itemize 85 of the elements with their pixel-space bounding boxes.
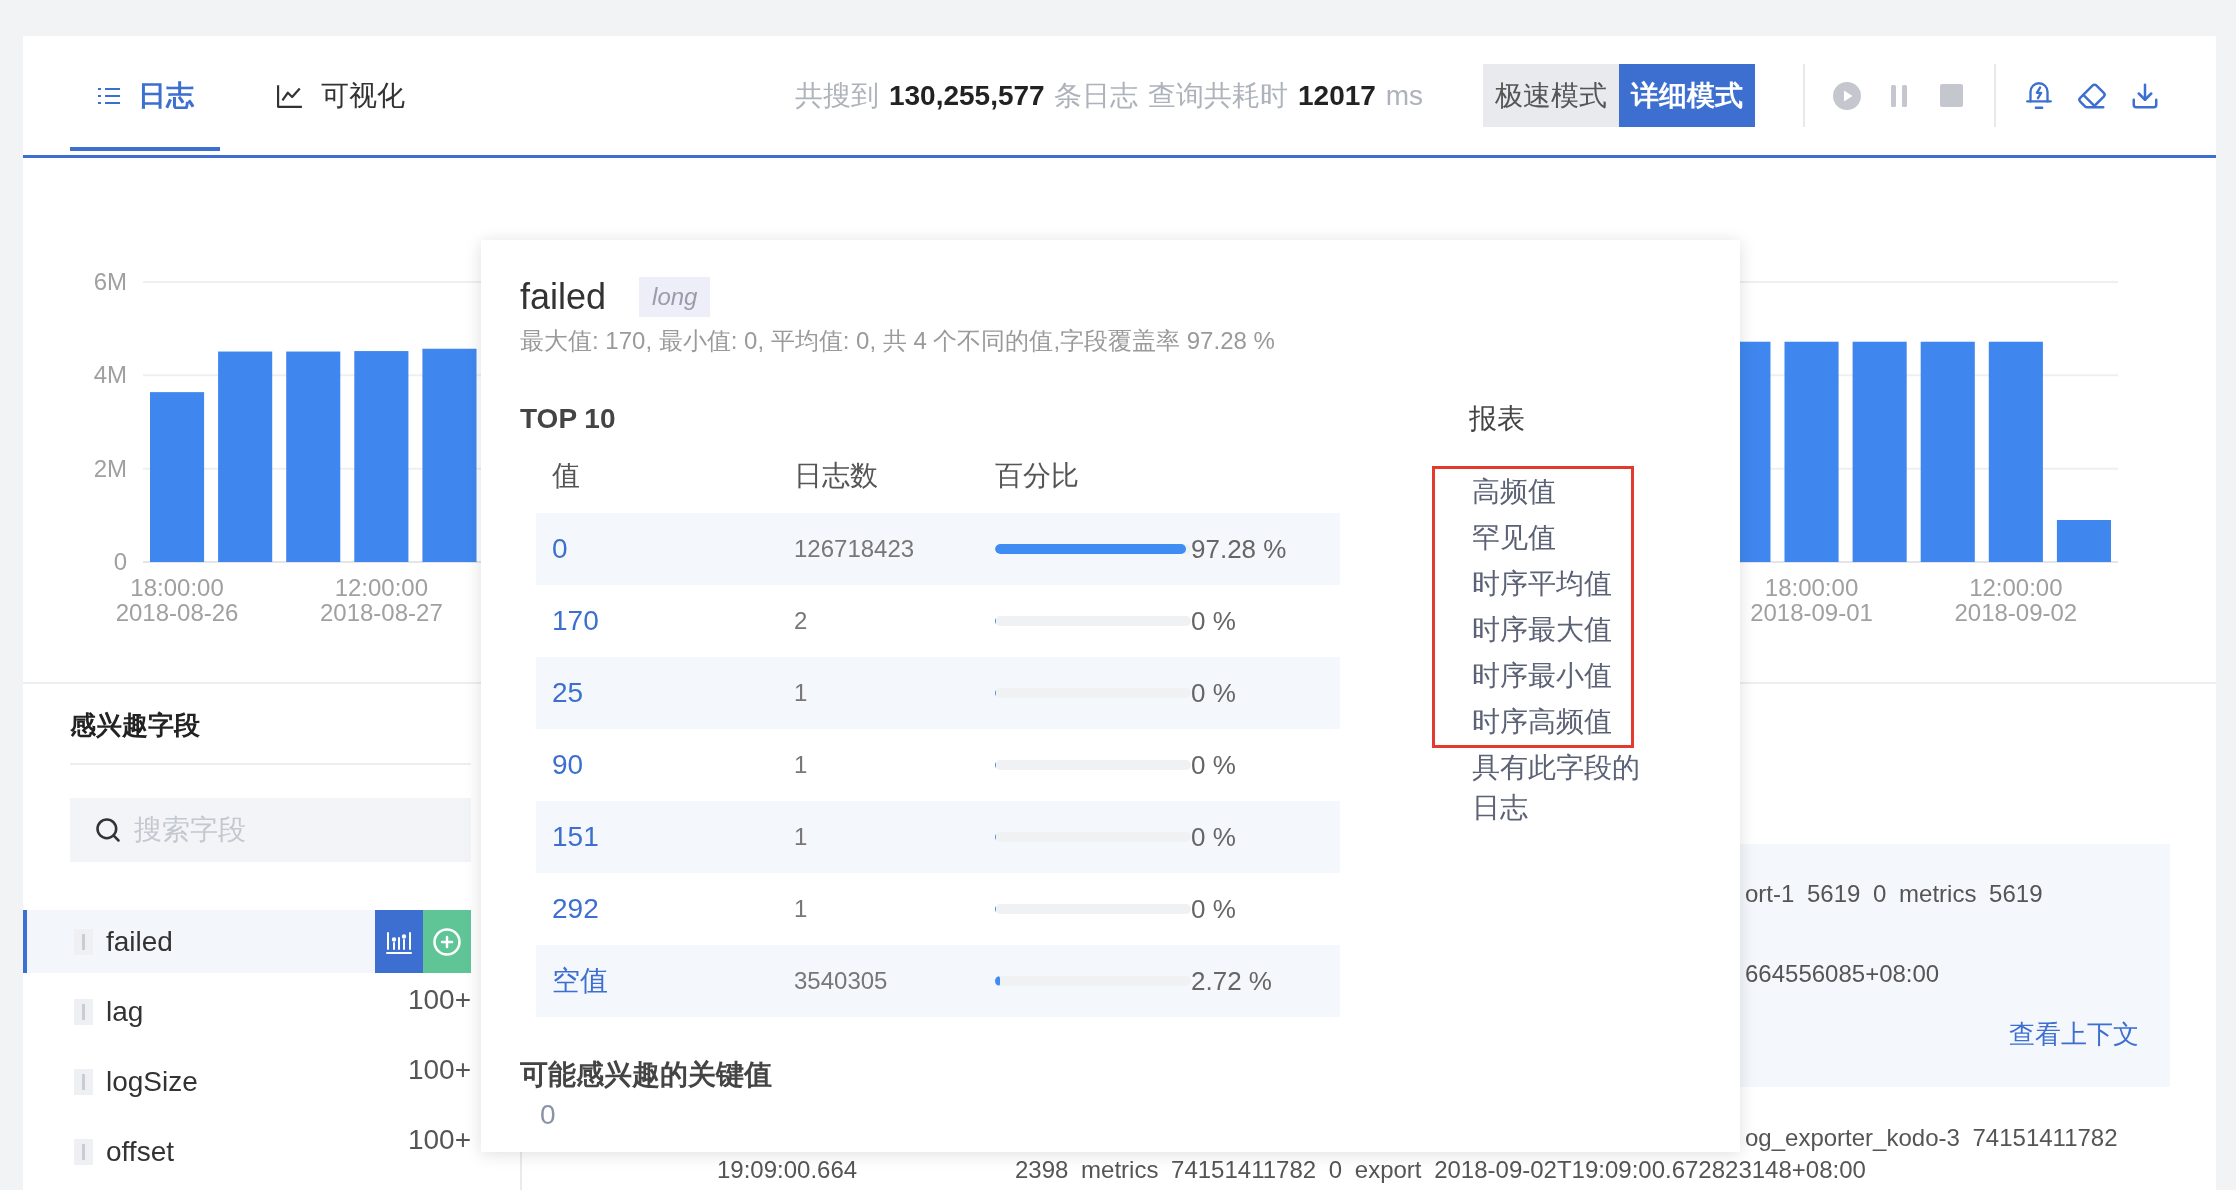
log-count: 3540305 [794,967,888,995]
column-header: 值 [552,459,580,493]
bar-chart-icon [386,929,412,954]
percent-text: 0 % [1191,677,1236,709]
plus-circle-icon [432,926,462,957]
report-link[interactable]: 高频值 [1472,469,1556,515]
percent-text: 0 % [1191,605,1236,637]
log-count: 2 [794,607,808,635]
list-icon [98,86,120,105]
bell-bolt-icon [2025,82,2052,109]
log-count: 1 [794,679,808,707]
column-header: 百分比 [995,459,1079,493]
axis-label: 2M [93,454,127,482]
log-text: 664556085+08:00 [1745,959,1940,989]
percent-text: 0 % [1191,821,1236,853]
search-summary: 共搜到 130,255,577 条日志 查询共耗时 12017 ms [795,78,1423,113]
field-row[interactable]: lag 100+ [23,980,471,1043]
keyword-value[interactable]: 0 [540,1099,556,1131]
value-link[interactable]: 151 [552,821,599,853]
value-link[interactable]: 0 [552,533,568,565]
value-link[interactable]: 292 [552,893,599,925]
field-row[interactable]: logSize 100+ [23,1050,471,1113]
percent-text: 0 % [1191,893,1236,925]
section-title: 可能感兴趣的关键值 [520,1058,772,1092]
field-count: 100+ [407,1054,471,1086]
field-summary: 最大值: 170, 最小值: 0, 平均值: 0, 共 4 个不同的值,字段覆盖率 97.28 % [520,326,1275,356]
log-count: 126718423 [794,535,915,563]
percent-text: 2.72 % [1191,965,1272,997]
report-link[interactable]: 具有此字段的日志 [1472,748,1648,828]
report-link[interactable]: 罕见值 [1472,515,1556,561]
bar [2056,520,2111,562]
log-text: og_exporter_kodo-3 74151411782 [1745,1123,2118,1153]
field-type-icon [74,998,93,1025]
value-link[interactable]: 90 [552,749,584,781]
log-message: 2398 metrics 74151411782 0 export 2018-09-02T19:09:00.672823148+08:00 [1015,1155,1866,1185]
field-count: 100+ [407,1124,471,1156]
value-link[interactable]: 空值 [552,962,608,1000]
tab[interactable]: 日志 [70,36,220,151]
log-text: ort-1 5619 0 metrics 5619 [1745,879,2043,909]
value-link[interactable]: 170 [552,605,599,637]
field-type-icon [74,928,93,955]
report-link[interactable]: 时序高频值 [1472,699,1612,745]
report-link[interactable]: 时序最大值 [1472,607,1612,653]
log-count: 1 [794,823,808,851]
axis-label: 12:00:00 2018-09-02 [1954,574,2078,626]
field-name: lag [106,995,144,1028]
axis-label: 18:00:00 2018-09-01 [1750,574,1873,626]
log-count: 1 [794,895,808,923]
play-icon [1833,81,1861,110]
line-chart-icon [277,83,303,108]
field-name: offset [106,1135,174,1168]
popup-title: failed [520,275,607,319]
context-link[interactable]: 查看上下文 [2009,1014,2139,1054]
section-title: TOP 10 [520,402,616,436]
mode-button[interactable]: 详细模式 [1619,64,1755,127]
axis-label: 6M [93,268,127,295]
axis-label: 18:00:00 2018-08-26 [115,574,239,626]
report-link[interactable]: 时序最小值 [1472,653,1612,699]
type-badge: long [639,277,711,317]
section-title: 报表 [1469,402,1525,436]
field-row[interactable]: failed [23,910,471,973]
field-count: 100+ [407,984,471,1016]
tab[interactable]: 可视化 [249,36,431,151]
report-link[interactable]: 时序平均值 [1472,561,1612,607]
log-time: 19:09:00.664 [717,1155,858,1185]
percent-text: 97.28 % [1191,533,1287,565]
field-type-icon [74,1068,93,1095]
field-name: logSize [106,1065,198,1098]
chart-button[interactable] [375,910,423,973]
column-header: 日志数 [794,459,878,493]
pause-icon [1891,84,1907,107]
stop-icon [1939,84,1963,107]
mode-button[interactable]: 极速模式 [1483,64,1619,127]
field-type-icon [74,1138,93,1165]
search-icon [94,816,122,844]
percent-text: 0 % [1191,749,1236,781]
axis-label: 0 [113,548,127,575]
field-name: failed [106,925,173,958]
value-link[interactable]: 25 [552,677,584,709]
axis-label: 4M [93,361,127,389]
eraser-icon [2076,80,2107,111]
axis-label: 12:00:00 2018-08-27 [320,574,443,626]
section-title: 感兴趣字段 [70,709,201,742]
log-count: 1 [794,751,808,779]
field-row[interactable]: offset 100+ [23,1120,471,1183]
